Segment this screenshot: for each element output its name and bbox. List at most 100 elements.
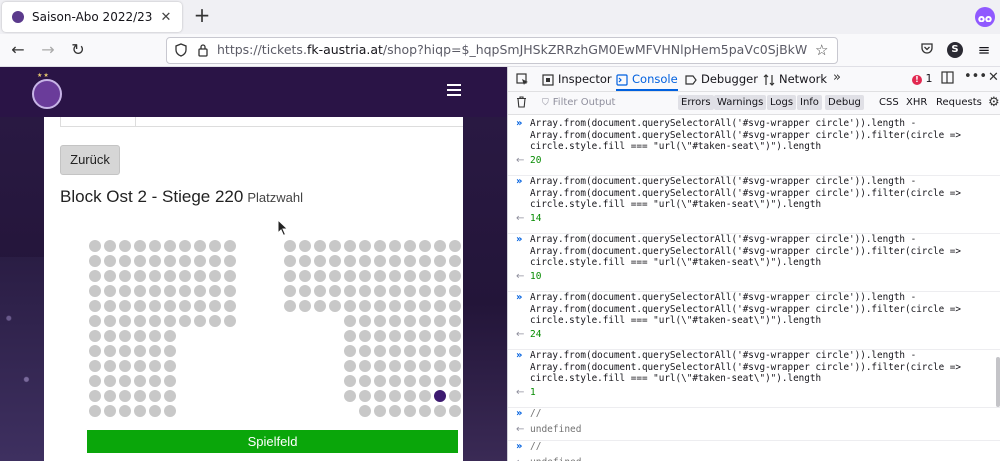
console-command[interactable]: Array.from(document.querySelectorAll('#s… [530, 350, 961, 385]
filter-output-input[interactable]: Filter Output [542, 95, 672, 111]
seat[interactable] [149, 390, 161, 402]
filter-info-button[interactable]: Info [797, 95, 822, 110]
seat[interactable] [164, 285, 176, 297]
seat[interactable] [179, 255, 191, 267]
seat[interactable] [389, 345, 401, 357]
seat[interactable] [449, 270, 461, 282]
seat[interactable] [374, 300, 386, 312]
seat[interactable] [209, 300, 221, 312]
seat[interactable] [404, 300, 416, 312]
seat[interactable] [89, 300, 101, 312]
seat[interactable] [119, 330, 131, 342]
element-picker-icon[interactable] [516, 67, 533, 91]
seat[interactable] [419, 285, 431, 297]
console-command[interactable]: Array.from(document.querySelectorAll('#s… [530, 292, 961, 327]
seat[interactable] [134, 255, 146, 267]
seat[interactable] [374, 390, 386, 402]
seat[interactable] [149, 240, 161, 252]
seat[interactable] [89, 360, 101, 372]
close-devtools-icon[interactable]: ✕ [988, 70, 999, 85]
seat[interactable] [374, 405, 386, 417]
seat[interactable] [164, 345, 176, 357]
seat[interactable] [299, 270, 311, 282]
seat[interactable] [164, 315, 176, 327]
seat[interactable] [224, 240, 236, 252]
seat[interactable] [389, 300, 401, 312]
seat[interactable] [284, 270, 296, 282]
seat[interactable] [134, 315, 146, 327]
seat[interactable] [89, 405, 101, 417]
card-tab[interactable] [60, 117, 136, 127]
seat[interactable] [209, 285, 221, 297]
seat[interactable] [374, 285, 386, 297]
seat[interactable] [344, 255, 356, 267]
reload-icon[interactable]: ↻ [68, 40, 88, 60]
seat[interactable] [119, 405, 131, 417]
seat[interactable] [104, 405, 116, 417]
seat[interactable] [389, 240, 401, 252]
seat[interactable] [104, 360, 116, 372]
hamburger-menu-icon[interactable] [447, 84, 461, 96]
filter-css-button[interactable]: CSS [879, 95, 899, 110]
seat[interactable] [134, 285, 146, 297]
seat[interactable] [404, 255, 416, 267]
seat[interactable] [149, 405, 161, 417]
seat[interactable] [434, 330, 446, 342]
seat[interactable] [449, 405, 461, 417]
star-icon[interactable]: ☆ [815, 41, 828, 59]
seat[interactable] [89, 390, 101, 402]
seat[interactable] [404, 315, 416, 327]
seat[interactable] [134, 270, 146, 282]
seat[interactable] [164, 270, 176, 282]
seat[interactable] [134, 405, 146, 417]
seat[interactable] [89, 330, 101, 342]
seat[interactable] [134, 330, 146, 342]
seat[interactable] [449, 360, 461, 372]
seat[interactable] [119, 360, 131, 372]
seat[interactable] [419, 360, 431, 372]
seat[interactable] [89, 255, 101, 267]
seat[interactable] [209, 270, 221, 282]
browser-tab[interactable]: Saison-Abo 2022/23 ✕ [2, 2, 182, 32]
filter-warnings-button[interactable]: Warnings [714, 95, 767, 110]
seat[interactable] [104, 330, 116, 342]
seat[interactable] [284, 285, 296, 297]
extension-icon[interactable] [975, 7, 995, 27]
seat[interactable] [194, 300, 206, 312]
account-avatar[interactable]: S [947, 42, 963, 58]
seat[interactable] [449, 345, 461, 357]
seat[interactable] [164, 240, 176, 252]
seat[interactable] [164, 405, 176, 417]
seat[interactable] [164, 255, 176, 267]
seat[interactable] [434, 270, 446, 282]
seat[interactable] [194, 315, 206, 327]
seat[interactable] [359, 330, 371, 342]
seat[interactable] [359, 300, 371, 312]
seat[interactable] [179, 300, 191, 312]
filter-xhr-button[interactable]: XHR [906, 95, 927, 110]
seat[interactable] [344, 300, 356, 312]
seat[interactable] [119, 300, 131, 312]
seat[interactable] [419, 375, 431, 387]
seat[interactable] [179, 315, 191, 327]
seat[interactable] [194, 240, 206, 252]
seat[interactable] [374, 255, 386, 267]
seat[interactable] [419, 405, 431, 417]
back-arrow-icon[interactable]: ← [8, 40, 28, 60]
seat[interactable] [374, 330, 386, 342]
filter-debug-button[interactable]: Debug [825, 95, 864, 110]
seat[interactable] [404, 405, 416, 417]
seat[interactable] [179, 285, 191, 297]
seat[interactable] [119, 390, 131, 402]
seat[interactable] [389, 255, 401, 267]
seat[interactable] [404, 345, 416, 357]
seat[interactable] [434, 405, 446, 417]
seat[interactable] [104, 315, 116, 327]
seat[interactable] [89, 315, 101, 327]
selected-seat[interactable] [434, 390, 446, 402]
seat[interactable] [284, 300, 296, 312]
seat[interactable] [224, 300, 236, 312]
seat[interactable] [134, 375, 146, 387]
seat[interactable] [164, 375, 176, 387]
tab-inspector[interactable]: Inspector [542, 67, 612, 91]
